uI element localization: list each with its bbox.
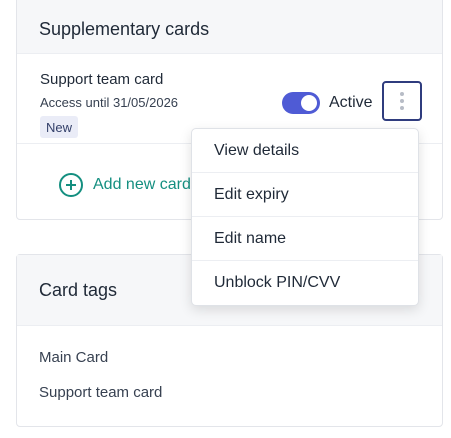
active-toggle[interactable]: [282, 92, 320, 114]
supplementary-cards-title: Supplementary cards: [39, 18, 210, 39]
menu-item-unblock-pin-cvv[interactable]: Unblock PIN/CVV: [192, 261, 418, 305]
new-badge: New: [40, 116, 79, 138]
add-new-card-button[interactable]: Add new card: [59, 173, 191, 197]
kebab-icon-dot: [400, 92, 404, 96]
menu-item-view-details[interactable]: View details: [192, 129, 418, 173]
more-options-button[interactable]: [382, 81, 422, 121]
card-tags-title: Card tags: [39, 279, 118, 300]
kebab-icon-dot: [400, 106, 404, 110]
add-new-card-label: Add new card: [93, 176, 191, 193]
plus-circle-icon: [59, 173, 83, 197]
toggle-knob: [301, 95, 317, 111]
card-name: Support team card: [40, 71, 164, 88]
card-tag-item: Support team card: [39, 384, 163, 401]
menu-item-edit-name[interactable]: Edit name: [192, 217, 418, 261]
card-access-date: Access until 31/05/2026: [40, 95, 179, 110]
card-tag-item: Main Card: [39, 349, 109, 366]
card-tags-list: Main Card Support team card: [17, 326, 442, 436]
kebab-icon-dot: [400, 99, 404, 103]
active-label: Active: [329, 94, 373, 111]
menu-item-edit-expiry[interactable]: Edit expiry: [192, 173, 418, 217]
more-options-menu: View details Edit expiry Edit name Unblo…: [191, 128, 419, 306]
supplementary-cards-header: Supplementary cards: [17, 0, 442, 54]
